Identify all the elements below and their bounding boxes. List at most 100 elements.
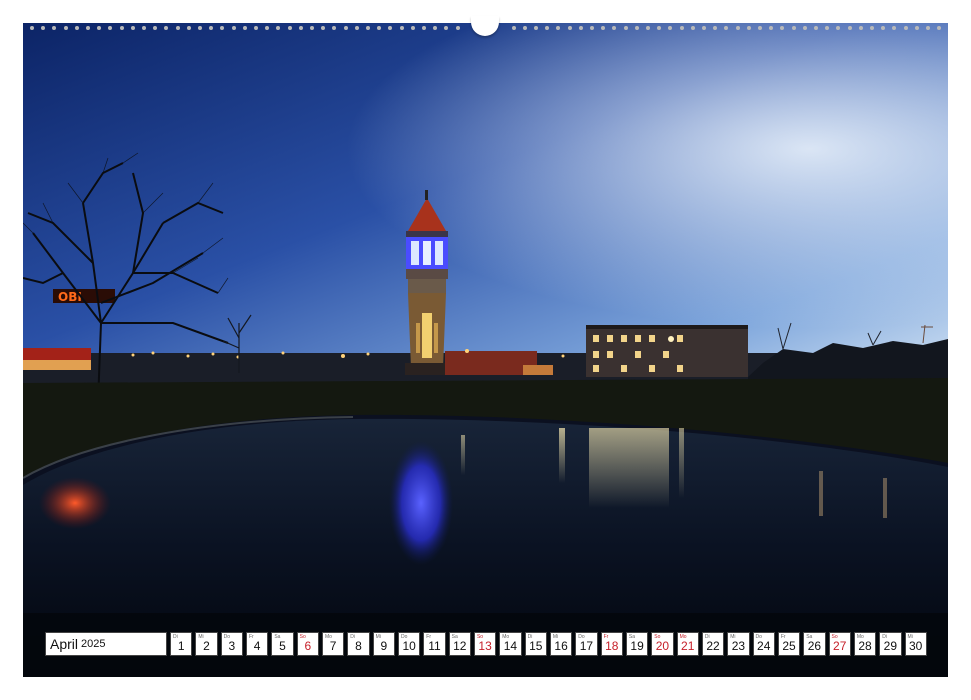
binding-dot — [567, 26, 572, 30]
binding-dot — [276, 26, 281, 30]
binding-dot — [903, 26, 908, 30]
binding-dot — [634, 26, 639, 30]
binding-dot — [612, 26, 617, 30]
day-number: 30 — [909, 639, 923, 653]
day-cell: Mi 23 — [727, 632, 750, 656]
water-tower-scene: OBI — [23, 23, 948, 677]
binding-dot — [892, 26, 897, 30]
day-number: 14 — [503, 639, 518, 653]
binding-dot — [578, 26, 583, 30]
day-cell: Mo 7 — [321, 632, 345, 656]
day-cell: Do 17 — [575, 632, 598, 656]
binding-dot — [142, 26, 146, 30]
binding-dot — [735, 26, 740, 30]
calendar-sheet: OBI April 2025 Di 1 Mi 2 Do 3 Fr 4 Sa 5 … — [0, 0, 971, 700]
day-number: 4 — [253, 639, 261, 653]
binding-dot — [366, 26, 370, 30]
day-number: 8 — [355, 639, 362, 653]
day-cell: Mo 14 — [499, 632, 522, 656]
day-number: 1 — [177, 639, 185, 653]
day-cell: Fr 11 — [423, 632, 446, 656]
hanger-hole — [471, 16, 499, 36]
day-number: 5 — [279, 639, 286, 653]
day-number: 24 — [757, 639, 771, 653]
day-number: 17 — [579, 639, 594, 653]
office-building — [586, 325, 748, 377]
binding-dot — [175, 26, 180, 30]
binding-dot — [455, 26, 460, 30]
day-cell: Di 15 — [524, 632, 547, 656]
day-number: 26 — [807, 639, 822, 653]
binding-dot — [30, 26, 34, 30]
day-cell: Mo 28 — [853, 632, 877, 656]
binding-dot — [130, 26, 135, 30]
day-number: 13 — [478, 639, 492, 653]
day-number: 22 — [706, 639, 720, 653]
day-number: 29 — [883, 639, 898, 653]
day-cell: Do 10 — [397, 632, 421, 656]
binding-dot — [870, 26, 874, 30]
day-number: 11 — [428, 639, 441, 653]
binding-dot — [881, 26, 886, 30]
binding-dot — [377, 26, 382, 30]
binding-dot — [802, 26, 807, 30]
binding-dot — [690, 26, 695, 30]
binding-dot — [354, 26, 359, 30]
binding-dot — [310, 26, 314, 30]
binding-dot — [388, 26, 393, 30]
month-year: 2025 — [81, 638, 106, 650]
binding-dot — [444, 26, 449, 30]
binding-dot — [298, 26, 303, 30]
day-number: 2 — [203, 639, 210, 653]
binding-dot — [780, 26, 785, 30]
binding-dot — [646, 26, 650, 30]
day-cell: Mi 30 — [904, 632, 927, 656]
binding-dot — [668, 26, 673, 30]
binding-dot — [724, 26, 729, 30]
day-number: 9 — [380, 639, 388, 653]
day-cell: So 20 — [651, 632, 674, 656]
binding-dot — [343, 26, 348, 30]
binding-dot — [534, 26, 538, 30]
night-photo: OBI — [23, 23, 948, 677]
spiral-binding — [30, 16, 942, 36]
day-cell: Mo 21 — [676, 632, 699, 656]
day-number: 21 — [681, 639, 695, 653]
day-cell: Sa 5 — [271, 632, 294, 656]
day-cell: Fr 4 — [245, 632, 269, 656]
binding-dot — [746, 26, 751, 30]
binding-dot — [74, 26, 79, 30]
binding-dot — [198, 26, 202, 30]
binding-dot — [791, 26, 796, 30]
binding-dot — [679, 26, 684, 30]
day-number: 12 — [453, 639, 467, 653]
binding-dot — [410, 26, 415, 30]
binding-dot — [287, 26, 292, 30]
month-label: April 2025 — [45, 632, 167, 656]
day-number: 18 — [605, 639, 619, 653]
binding-dot — [63, 26, 68, 30]
month-name: April — [50, 636, 79, 652]
binding-dot — [209, 26, 214, 30]
day-number: 27 — [833, 639, 847, 653]
binding-dot — [153, 26, 158, 30]
day-cell: So 13 — [473, 632, 497, 656]
day-cell: Fr 25 — [777, 632, 801, 656]
binding-dot — [623, 26, 628, 30]
binding-dot — [422, 26, 426, 30]
day-number: 15 — [529, 639, 543, 653]
binding-dot — [186, 26, 191, 30]
binding-dot — [41, 26, 46, 30]
day-cell: Fr 18 — [600, 632, 623, 656]
binding-dot — [97, 26, 102, 30]
binding-dot — [702, 26, 706, 30]
day-cell: Sa 26 — [803, 632, 826, 656]
binding-dot — [836, 26, 841, 30]
day-cell: Di 8 — [347, 632, 370, 656]
binding-dot — [590, 26, 594, 30]
binding-dot — [254, 26, 258, 30]
binding-dot — [332, 26, 337, 30]
day-cell: Sa 19 — [625, 632, 649, 656]
binding-dot — [433, 26, 438, 30]
binding-dot — [556, 26, 561, 30]
